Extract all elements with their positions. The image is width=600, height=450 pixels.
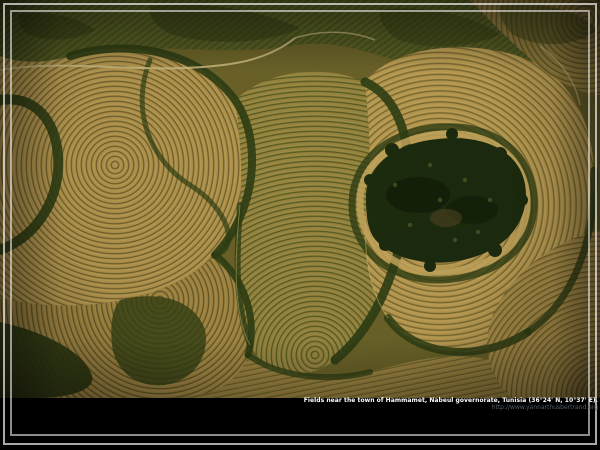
aerial-photo (0, 0, 600, 398)
fields-illustration (0, 0, 600, 398)
lighting-layer (0, 0, 600, 398)
photo-caption: Fields near the town of Hammamet, Nabeul… (304, 397, 598, 411)
wallpaper: Fields near the town of Hammamet, Nabeul… (0, 0, 600, 450)
caption-url: http://www.yannarthusbertrand.org (304, 404, 598, 411)
caption-text: Fields near the town of Hammamet, Nabeul… (304, 397, 598, 404)
